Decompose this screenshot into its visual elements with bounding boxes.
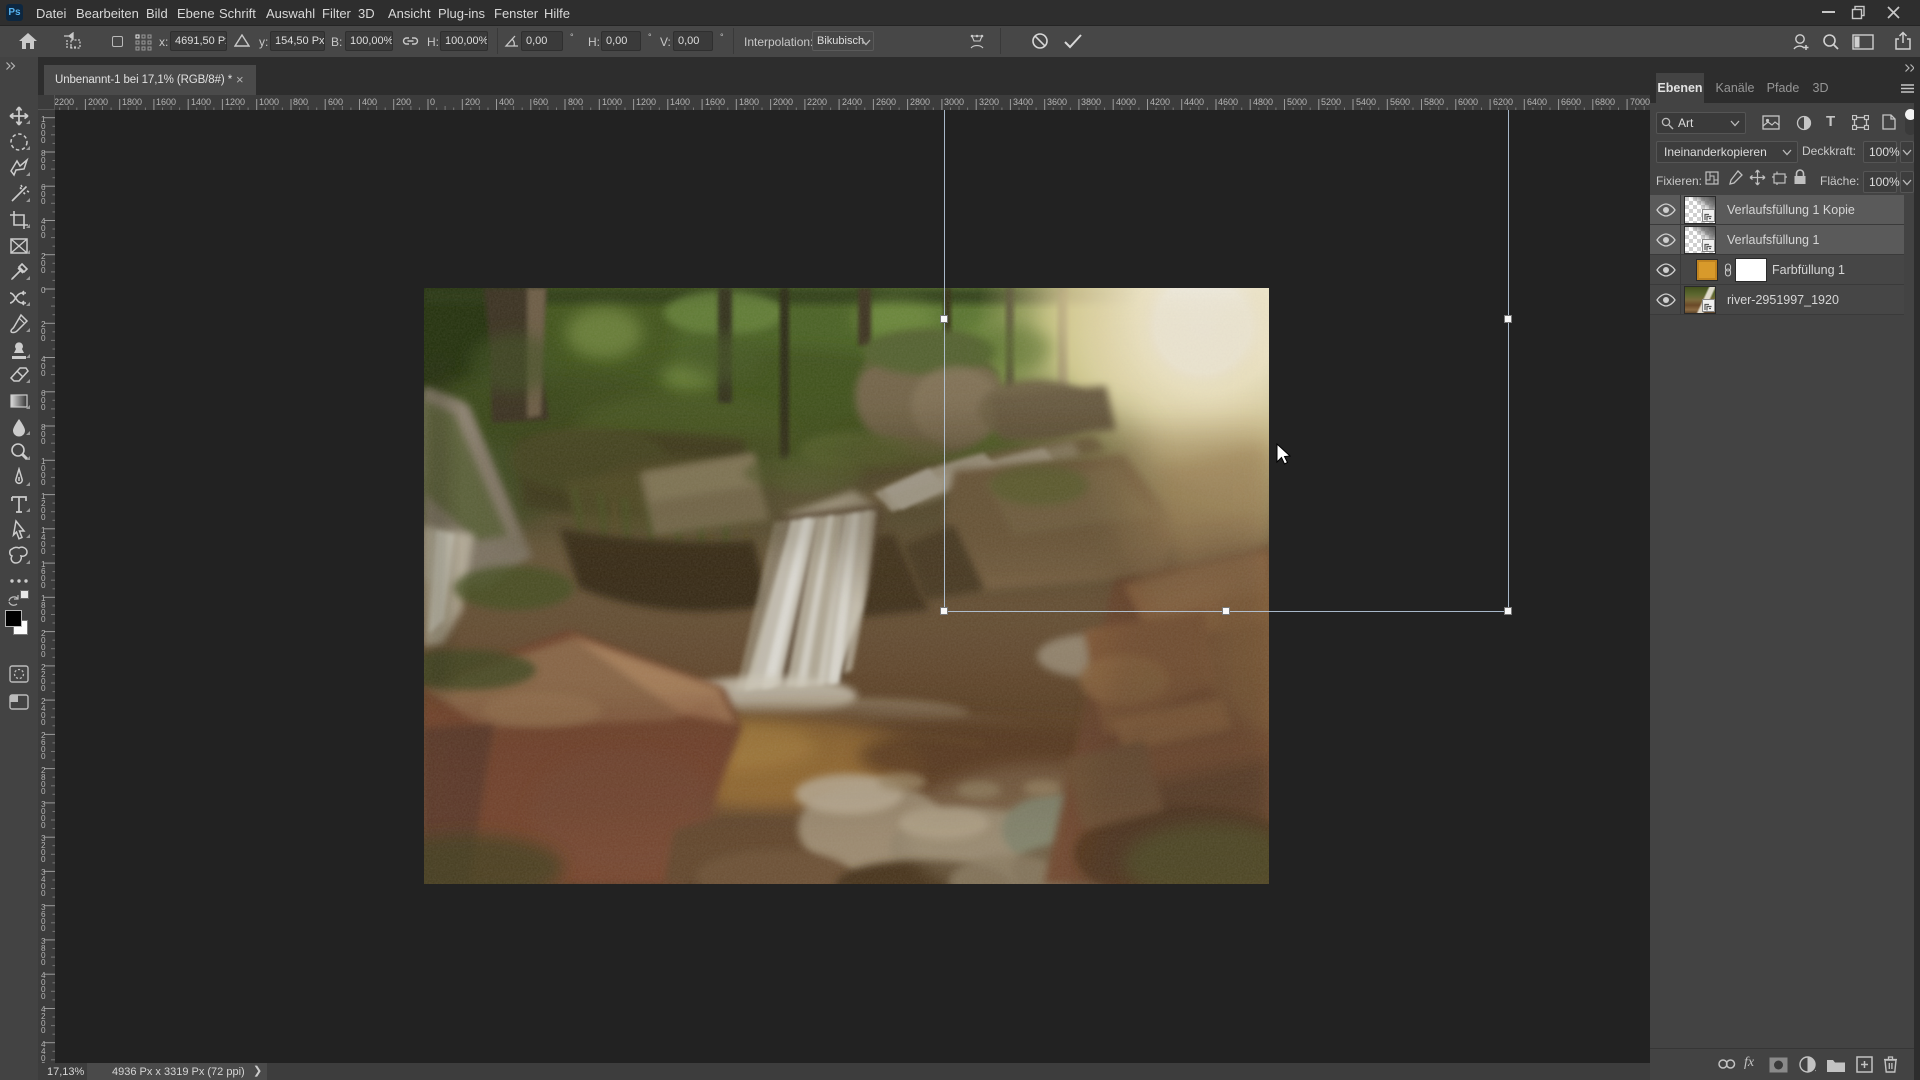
svg-text:1800: 1800 [122,97,142,107]
svg-text:0: 0 [41,855,46,864]
svg-text:0: 0 [430,97,435,107]
svg-text:0: 0 [41,1026,46,1035]
svg-text:800: 800 [293,97,308,107]
svg-text:1600: 1600 [156,97,176,107]
svg-text:5800: 5800 [1424,97,1444,107]
svg-text:5400: 5400 [1356,97,1376,107]
svg-text:0: 0 [41,547,46,556]
svg-text:2400: 2400 [842,97,862,107]
svg-text:0: 0 [41,369,46,378]
svg-text:0: 0 [41,958,46,967]
svg-text:0: 0 [41,403,46,412]
svg-text:0: 0 [41,197,46,206]
svg-text:0: 0 [41,136,46,145]
svg-text:0: 0 [41,231,46,240]
svg-text:0: 0 [41,163,46,172]
svg-text:1600: 1600 [705,97,725,107]
svg-text:3400: 3400 [1013,97,1033,107]
svg-text:800: 800 [568,97,583,107]
svg-text:400: 400 [499,97,514,107]
svg-text:1200: 1200 [636,97,656,107]
svg-text:3800: 3800 [1081,97,1101,107]
svg-text:5000: 5000 [1287,97,1307,107]
svg-text:5600: 5600 [1390,97,1410,107]
svg-text:6800: 6800 [1595,97,1615,107]
svg-text:2000: 2000 [773,97,793,107]
svg-text:0: 0 [41,437,46,446]
svg-text:1000: 1000 [259,97,279,107]
svg-text:4600: 4600 [1218,97,1238,107]
svg-text:200: 200 [465,97,480,107]
svg-text:0: 0 [41,752,46,761]
svg-text:2800: 2800 [910,97,930,107]
svg-text:5200: 5200 [1321,97,1341,107]
svg-text:2600: 2600 [876,97,896,107]
svg-text:2200: 2200 [54,97,74,107]
svg-text:3000: 3000 [944,97,964,107]
svg-text:1400: 1400 [670,97,690,107]
svg-text:4800: 4800 [1253,97,1273,107]
svg-text:4000: 4000 [1116,97,1136,107]
svg-text:0: 0 [41,684,46,693]
svg-text:600: 600 [328,97,343,107]
svg-text:0: 0 [41,286,46,295]
svg-text:600: 600 [533,97,548,107]
svg-text:4200: 4200 [1150,97,1170,107]
svg-text:0: 0 [41,650,46,659]
svg-text:1800: 1800 [739,97,759,107]
svg-text:200: 200 [396,97,411,107]
svg-text:2000: 2000 [88,97,108,107]
svg-text:1000: 1000 [602,97,622,107]
svg-text:0: 0 [41,787,46,796]
svg-text:0: 0 [41,478,46,487]
svg-text:1200: 1200 [225,97,245,107]
svg-text:0: 0 [41,266,46,275]
svg-text:3200: 3200 [979,97,999,107]
svg-text:0: 0 [41,924,46,933]
svg-text:0: 0 [41,334,46,343]
svg-text:0: 0 [41,821,46,830]
svg-text:0: 0 [41,581,46,590]
svg-text:0: 0 [41,992,46,1001]
svg-text:400: 400 [362,97,377,107]
svg-text:6000: 6000 [1458,97,1478,107]
svg-text:0: 0 [41,889,46,898]
svg-text:0: 0 [41,615,46,624]
svg-text:1400: 1400 [191,97,211,107]
svg-text:3600: 3600 [1047,97,1067,107]
svg-text:0: 0 [41,718,46,727]
svg-text:0: 0 [41,513,46,522]
svg-text:4400: 4400 [1184,97,1204,107]
svg-text:7000: 7000 [1630,97,1650,107]
svg-text:6400: 6400 [1527,97,1547,107]
svg-text:6200: 6200 [1493,97,1513,107]
svg-text:2200: 2200 [807,97,827,107]
svg-text:6600: 6600 [1561,97,1581,107]
